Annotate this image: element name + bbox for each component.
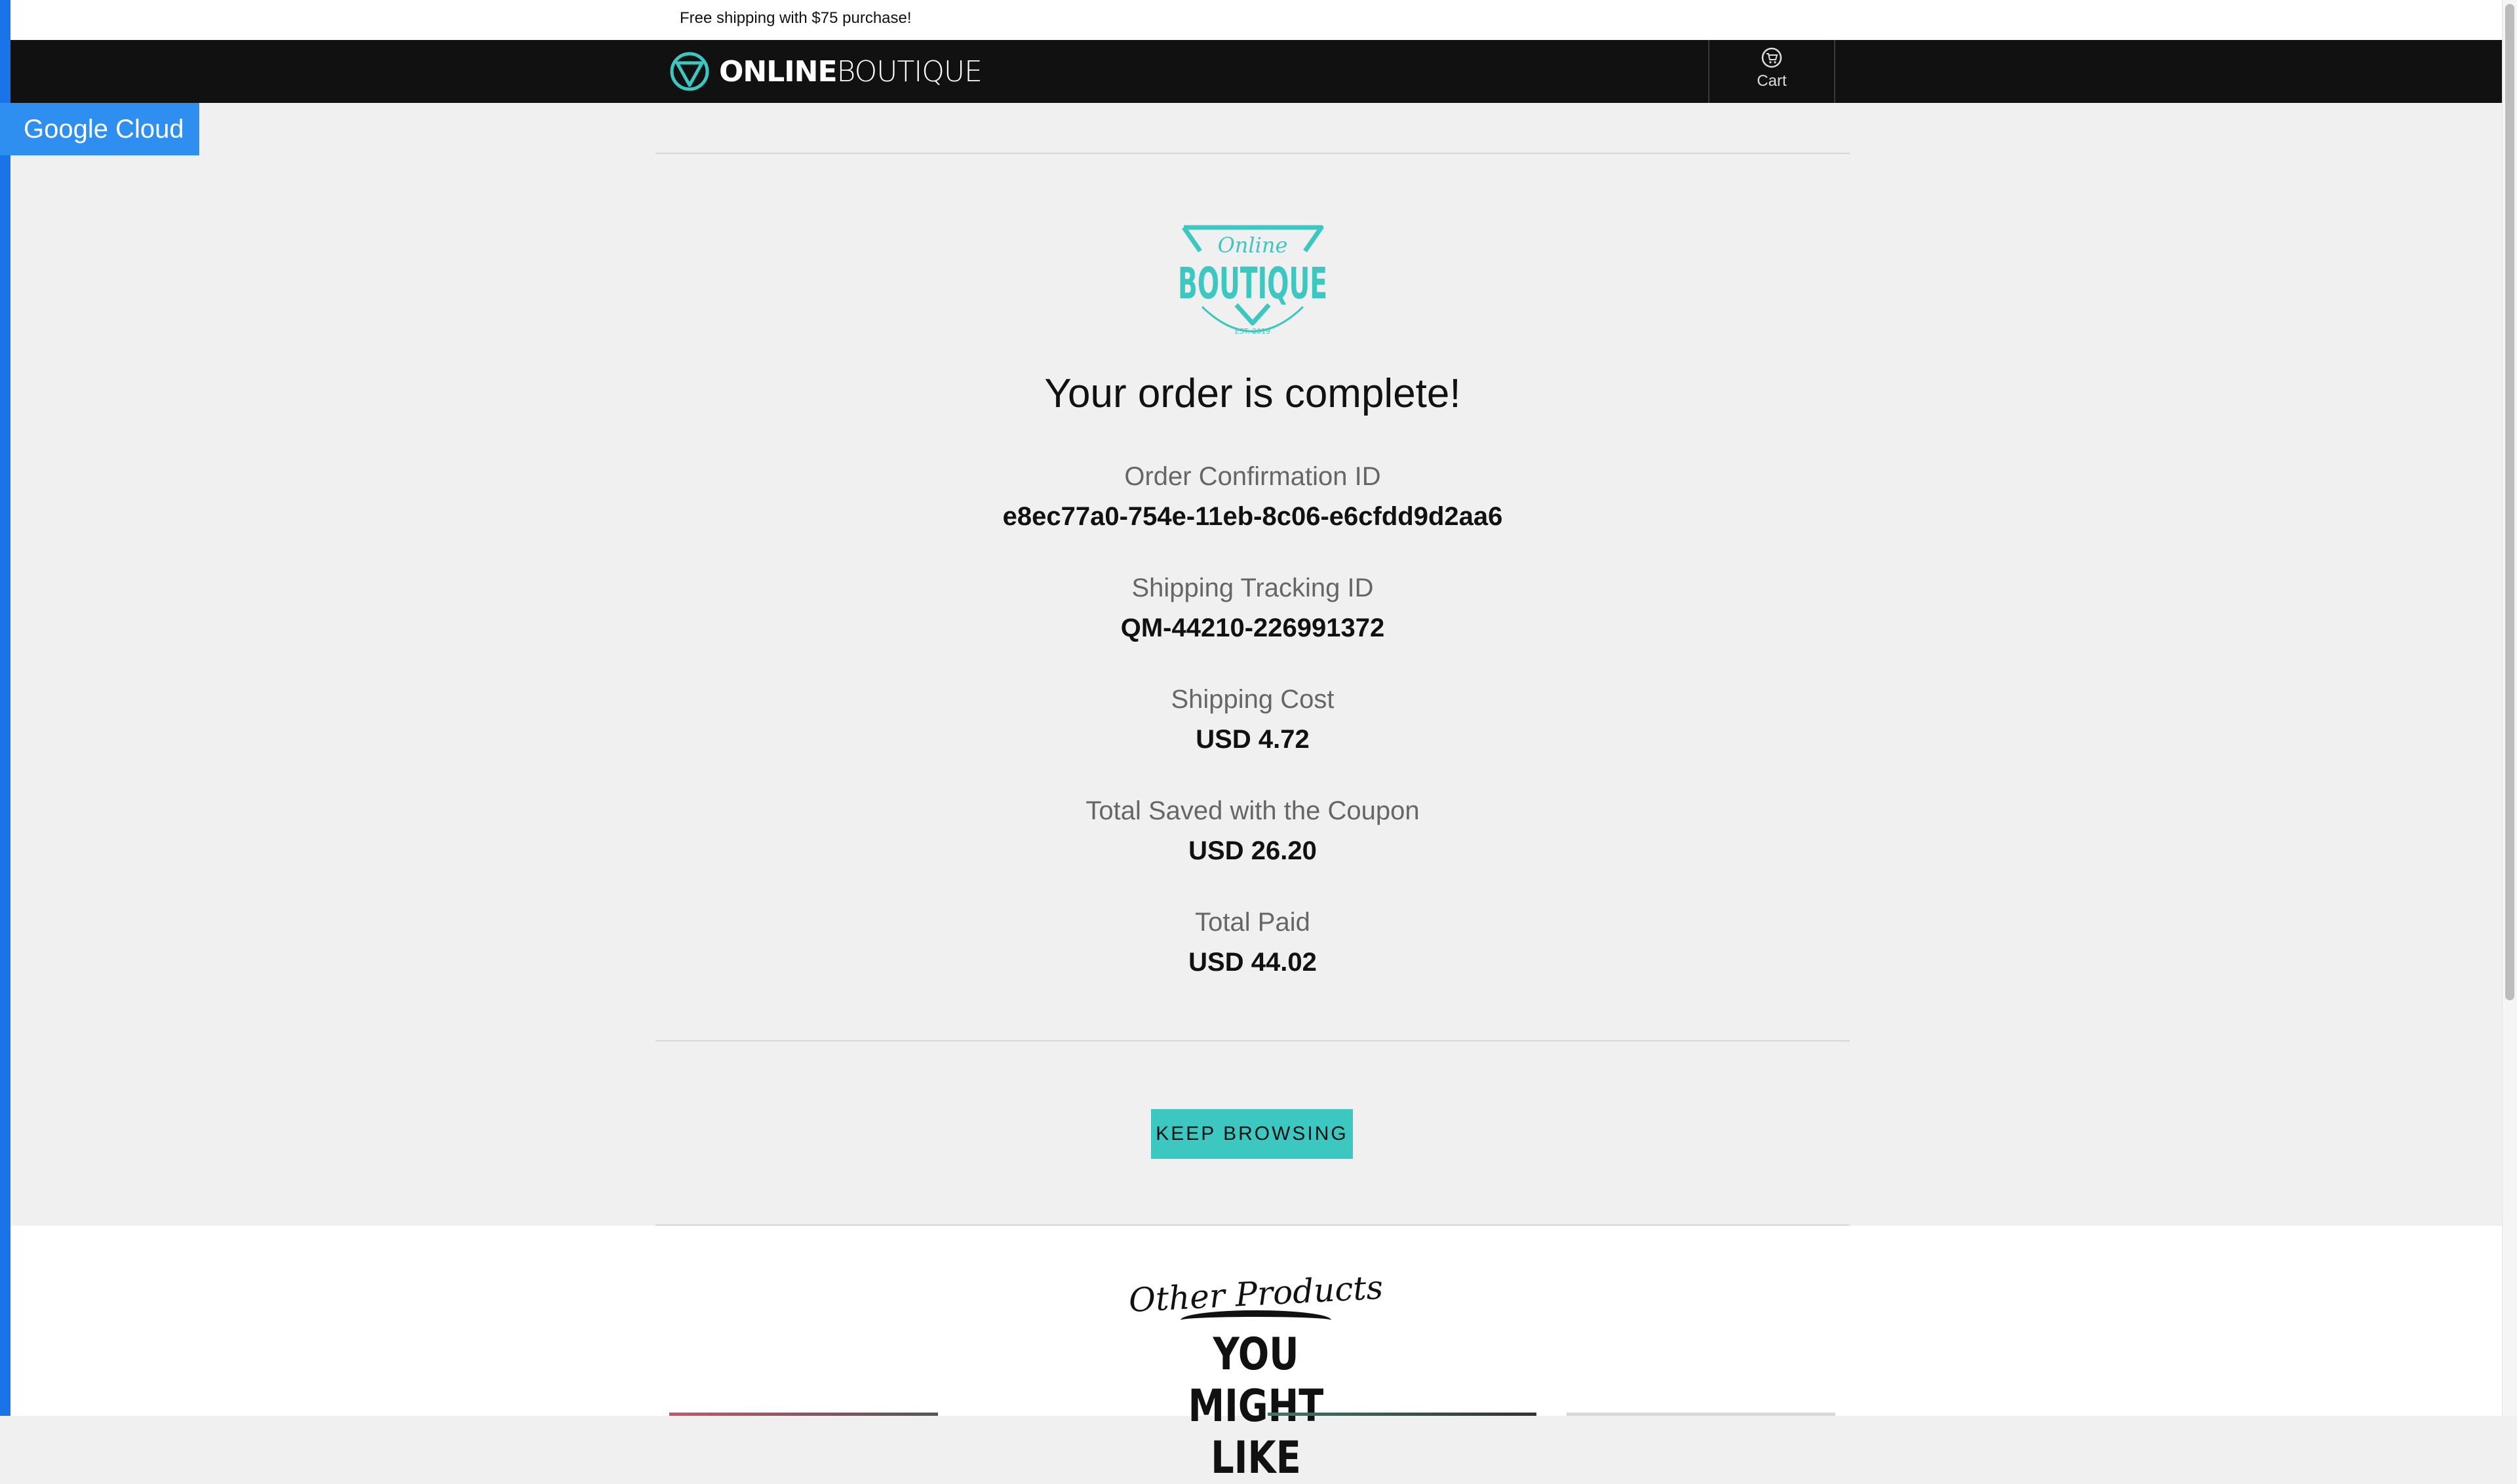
total-paid: Total Paid USD 44.02 <box>655 908 1850 977</box>
promo-text: Free shipping with $75 purchase! <box>680 9 912 27</box>
scrollbar-thumb[interactable] <box>2505 4 2514 1000</box>
recommendations-script-text: Other Products <box>1127 1268 1384 1320</box>
cart-icon <box>1761 47 1782 68</box>
order-confirmation: Online BOUTIQUE EST. 2019 Your order is … <box>655 154 1850 1226</box>
logo-est-text: EST. 2019 <box>1235 327 1270 336</box>
cart-label: Cart <box>1757 72 1787 90</box>
promo-bar: Free shipping with $75 purchase! <box>10 0 2503 40</box>
google-cloud-badge: Google Cloud <box>0 103 199 155</box>
order-complete-title: Your order is complete! <box>1044 371 1461 416</box>
recommendations-heading: Other Products YOU MIGHT LIKE <box>1125 1268 1387 1484</box>
field-value: USD 26.20 <box>1188 836 1317 865</box>
middle-divider <box>655 1040 1850 1042</box>
product-card-3[interactable] <box>1567 1413 1835 1416</box>
page-scrollbar[interactable] <box>2502 0 2517 1416</box>
product-card-1[interactable] <box>669 1413 938 1416</box>
site-header: ONLINEBOUTIQUE Cart <box>10 40 2503 103</box>
logo-wordmark: ONLINEBOUTIQUE <box>719 54 983 88</box>
logo-script-text: Online <box>1218 233 1288 258</box>
field-label: Total Saved with the Coupon <box>1085 796 1420 825</box>
field-label: Order Confirmation ID <box>1124 462 1381 491</box>
left-accent-rail <box>0 0 10 1416</box>
site-logo[interactable]: ONLINEBOUTIQUE <box>669 49 983 94</box>
shipping-cost: Shipping Cost USD 4.72 <box>655 685 1850 754</box>
product-card-2[interactable] <box>1268 1413 1536 1416</box>
order-confirmation-id: Order Confirmation ID e8ec77a0-754e-11eb… <box>655 462 1850 532</box>
boutique-logo: Online BOUTIQUE EST. 2019 <box>1178 225 1327 336</box>
recommendations-main-text: YOU MIGHT LIKE <box>1188 1329 1324 1484</box>
logo-mark-icon <box>670 52 709 91</box>
recommendations-section: Other Products YOU MIGHT LIKE <box>10 1226 2503 1484</box>
cart-button[interactable]: Cart <box>1708 40 1835 103</box>
shipping-tracking-id: Shipping Tracking ID QM-44210-226991372 <box>655 574 1850 643</box>
logo-word-text: BOUTIQUE <box>1178 258 1327 309</box>
total-saved-coupon: Total Saved with the Coupon USD 26.20 <box>655 796 1850 866</box>
field-value: USD 4.72 <box>1196 725 1310 754</box>
field-value: USD 44.02 <box>1188 948 1317 977</box>
keep-browsing-button[interactable]: KEEP BROWSING <box>1151 1109 1353 1159</box>
field-label: Total Paid <box>1195 908 1310 937</box>
field-label: Shipping Tracking ID <box>1131 574 1374 602</box>
field-value: QM-44210-226991372 <box>1120 614 1385 642</box>
field-value: e8ec77a0-754e-11eb-8c06-e6cfdd9d2aa6 <box>1002 502 1503 531</box>
field-label: Shipping Cost <box>1171 685 1335 714</box>
